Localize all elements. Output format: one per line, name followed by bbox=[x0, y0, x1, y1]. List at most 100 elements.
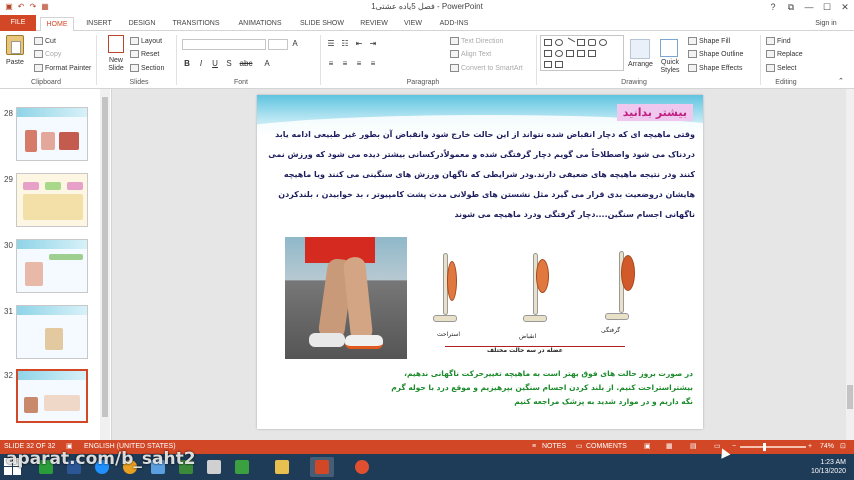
slide-thumbnail-28[interactable] bbox=[16, 107, 88, 161]
shape-fill-button[interactable]: Shape Fill bbox=[688, 37, 730, 45]
convert-smartart-button[interactable]: Convert to SmartArt bbox=[450, 64, 523, 72]
taskbar-app[interactable] bbox=[230, 457, 254, 477]
ribbon-display-button[interactable]: ⧉ bbox=[784, 1, 798, 13]
scroll-thumb[interactable] bbox=[847, 385, 853, 409]
shadow-button[interactable]: S bbox=[224, 59, 234, 69]
editor-scrollbar[interactable] bbox=[846, 89, 854, 440]
paste-icon[interactable] bbox=[6, 35, 24, 55]
copy-button[interactable]: Copy bbox=[34, 50, 61, 58]
tab-slide-show[interactable]: SLIDE SHOW bbox=[294, 17, 350, 30]
font-name-input[interactable] bbox=[182, 39, 266, 50]
taskbar-app[interactable] bbox=[202, 457, 226, 477]
tab-animations[interactable]: ANIMATIONS bbox=[230, 17, 290, 30]
taskbar-app[interactable] bbox=[270, 457, 294, 477]
strikethrough-button[interactable]: abc bbox=[238, 59, 254, 69]
star-shape-icon[interactable] bbox=[577, 50, 585, 57]
brace-shape-icon[interactable] bbox=[588, 50, 596, 57]
zoom-slider[interactable] bbox=[740, 446, 806, 448]
comments-button[interactable]: COMMENTS bbox=[586, 440, 627, 454]
thumbnails-scrollbar[interactable] bbox=[100, 89, 110, 440]
callout-shape-icon[interactable] bbox=[544, 61, 552, 68]
zoom-in-icon[interactable]: + bbox=[808, 440, 812, 454]
oval2-shape-icon[interactable] bbox=[555, 50, 563, 57]
arrange-button[interactable]: Arrange bbox=[628, 61, 653, 68]
taskbar-app[interactable] bbox=[350, 457, 374, 477]
tab-review[interactable]: REVIEW bbox=[354, 17, 394, 30]
quick-styles-icon[interactable] bbox=[660, 39, 678, 57]
slide-sorter-icon[interactable]: ▦ bbox=[666, 440, 673, 454]
slide-note-text[interactable]: در صورت بروز حالت های فوق بهتر است به ما… bbox=[391, 367, 693, 409]
tab-design[interactable]: DESIGN bbox=[122, 17, 162, 30]
runner-cramp-photo[interactable] bbox=[285, 237, 407, 359]
font-size-input[interactable] bbox=[268, 39, 288, 50]
shape-outline-button[interactable]: Shape Outline bbox=[688, 50, 743, 58]
font-color-icon[interactable]: A bbox=[262, 59, 272, 69]
slide-thumbnail-32[interactable] bbox=[16, 369, 88, 423]
oval-shape-icon[interactable] bbox=[555, 39, 563, 46]
tab-home[interactable]: HOME bbox=[40, 17, 74, 32]
italic-button[interactable]: I bbox=[196, 59, 206, 69]
shape-effects-button[interactable]: Shape Effects bbox=[688, 64, 742, 72]
close-button[interactable]: ✕ bbox=[838, 1, 852, 13]
decrease-indent-icon[interactable]: ⇤ bbox=[354, 39, 364, 49]
system-clock[interactable]: 1:23 AM 10/13/2020 bbox=[811, 458, 846, 476]
rounded-rect-shape-icon[interactable] bbox=[588, 39, 596, 46]
textbox-shape-icon[interactable] bbox=[577, 39, 585, 46]
reading-view-icon[interactable]: ▤ bbox=[690, 440, 697, 454]
align-left-icon[interactable]: ≡ bbox=[326, 59, 336, 69]
tab-add-ins[interactable]: ADD-INS bbox=[432, 17, 476, 30]
text-direction-button[interactable]: Text Direction bbox=[450, 37, 503, 45]
paste-button[interactable]: Paste bbox=[6, 59, 24, 66]
shapes-gallery[interactable] bbox=[540, 35, 624, 71]
line-shape-icon[interactable] bbox=[564, 37, 576, 48]
slide-title[interactable]: بیشتر بدانید bbox=[616, 104, 693, 121]
taskbar-app-powerpoint[interactable] bbox=[310, 457, 334, 477]
quick-styles-button[interactable]: Quick Styles bbox=[656, 59, 684, 75]
help-button[interactable]: ? bbox=[766, 1, 780, 13]
slide-thumbnail-31[interactable] bbox=[16, 305, 88, 359]
rectangle-shape-icon[interactable] bbox=[544, 39, 552, 46]
arrange-icon[interactable] bbox=[630, 39, 650, 59]
replace-button[interactable]: Replace bbox=[766, 50, 803, 58]
section-button[interactable]: Section bbox=[130, 64, 164, 72]
align-text-button[interactable]: Align Text bbox=[450, 50, 491, 58]
new-slide-icon[interactable] bbox=[108, 35, 124, 53]
zoom-slider-knob[interactable] bbox=[763, 443, 766, 451]
align-center-icon[interactable]: ≡ bbox=[340, 59, 350, 69]
grow-font-icon[interactable]: A bbox=[290, 39, 300, 49]
notes-icon[interactable]: ≡ bbox=[532, 440, 536, 454]
new-slide-button[interactable]: New Slide bbox=[104, 57, 128, 73]
underline-button[interactable]: U bbox=[210, 59, 220, 69]
slide-thumbnail-30[interactable] bbox=[16, 239, 88, 293]
comments-icon[interactable]: ▭ bbox=[576, 440, 583, 454]
zoom-out-icon[interactable]: − bbox=[732, 440, 736, 454]
tab-view[interactable]: VIEW bbox=[398, 17, 428, 30]
bullets-icon[interactable]: ☰ bbox=[326, 39, 336, 49]
format-painter-button[interactable]: Format Painter bbox=[34, 64, 91, 72]
align-right-icon[interactable]: ≡ bbox=[354, 59, 364, 69]
bold-button[interactable]: B bbox=[182, 59, 192, 69]
notes-button[interactable]: NOTES bbox=[542, 440, 566, 454]
tab-file[interactable]: FILE bbox=[0, 15, 36, 31]
increase-indent-icon[interactable]: ⇥ bbox=[368, 39, 378, 49]
slide-canvas[interactable]: بیشتر بدانید وقتی ماهیچه ای که دچار انقب… bbox=[257, 95, 703, 429]
numbering-icon[interactable]: ☷ bbox=[340, 39, 350, 49]
select-button[interactable]: Select bbox=[766, 64, 796, 72]
reset-button[interactable]: Reset bbox=[130, 50, 159, 58]
justify-icon[interactable]: ≡ bbox=[368, 59, 378, 69]
flowchart-shape-icon[interactable] bbox=[555, 61, 563, 68]
slide-thumbnail-29[interactable] bbox=[16, 173, 88, 227]
slide-body-text[interactable]: وقتی ماهیچه ای که دچار انقباض شده نتواند… bbox=[265, 125, 695, 225]
normal-view-icon[interactable]: ▣ bbox=[644, 440, 651, 454]
fit-slide-icon[interactable]: ⊡ bbox=[840, 440, 846, 454]
arrow-shape-icon[interactable] bbox=[566, 50, 574, 57]
circle-shape-icon[interactable] bbox=[599, 39, 607, 46]
minimize-button[interactable]: — bbox=[802, 1, 816, 13]
tab-transitions[interactable]: TRANSITIONS bbox=[166, 17, 226, 30]
tab-insert[interactable]: INSERT bbox=[80, 17, 118, 30]
layout-button[interactable]: Layout bbox=[130, 37, 162, 45]
cut-button[interactable]: Cut bbox=[34, 37, 56, 45]
rect2-shape-icon[interactable] bbox=[544, 50, 552, 57]
zoom-level[interactable]: 74% bbox=[820, 440, 834, 454]
maximize-button[interactable]: ☐ bbox=[820, 1, 834, 13]
